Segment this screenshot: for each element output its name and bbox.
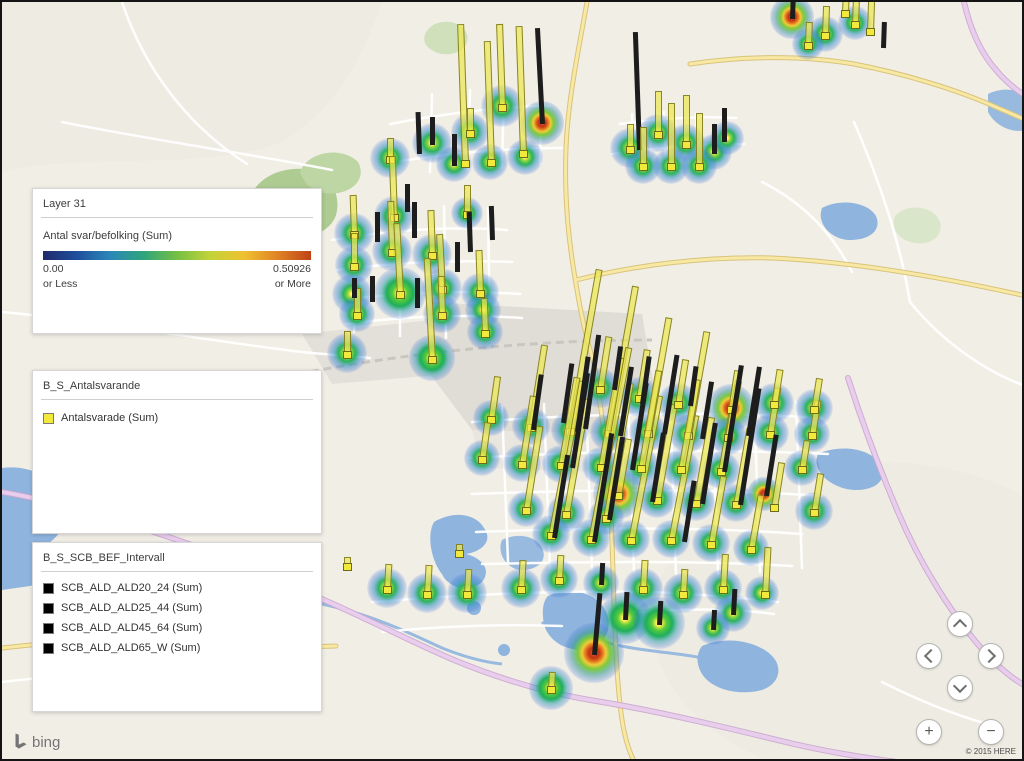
bef-intervall-items: SCB_ALD_ALD20_24 (Sum) SCB_ALD_ALD25_44 (…: [33, 578, 321, 658]
bing-logo[interactable]: bing: [14, 733, 60, 751]
legend-panel-bef-intervall[interactable]: B_S_SCB_BEF_Intervall SCB_ALD_ALD20_24 (…: [32, 542, 322, 712]
legend-gradient-bar: [43, 251, 311, 260]
antalsvarade-label: Antalsvarade (Sum): [61, 412, 158, 424]
gradient-min-value: 0.00: [43, 263, 63, 275]
gradient-series-label: Antal svar/befolking (Sum): [33, 218, 321, 242]
series-swatch: [43, 643, 54, 654]
series-label: SCB_ALD_ALD65_W (Sum): [61, 642, 200, 654]
bing-wordmark: bing: [32, 734, 60, 751]
gradient-max-value: 0.50926: [273, 263, 311, 275]
series-label: SCB_ALD_ALD45_64 (Sum): [61, 622, 202, 634]
legend-panel-antalsvarande[interactable]: B_S_Antalsvarande Antalsvarade (Sum): [32, 370, 322, 534]
legend-panel-layer31[interactable]: Layer 31 Antal svar/befolking (Sum) 0.00…: [32, 188, 322, 334]
panel-title-antalsvarande: B_S_Antalsvarande: [33, 371, 321, 399]
zoom-in-button[interactable]: +: [916, 719, 942, 745]
map-copyright: © 2015 HERE: [966, 747, 1016, 756]
panel-title-layer31: Layer 31: [33, 189, 321, 217]
pan-up-button[interactable]: [947, 611, 973, 637]
bing-flag-icon: [14, 733, 28, 751]
legend-item: SCB_ALD_ALD20_24 (Sum): [33, 578, 321, 598]
panel-title-bef-intervall: B_S_SCB_BEF_Intervall: [33, 543, 321, 571]
chevron-up-icon: [953, 619, 967, 633]
series-label: SCB_ALD_ALD20_24 (Sum): [61, 582, 202, 594]
antalsvarade-swatch: [43, 413, 54, 424]
legend-item: SCB_ALD_ALD45_64 (Sum): [33, 618, 321, 638]
gradient-max-qualifier: or More: [275, 278, 311, 290]
panel-divider: [41, 399, 313, 400]
pan-down-button[interactable]: [947, 675, 973, 701]
legend-item-antalsvarade: Antalsvarade (Sum): [33, 408, 321, 428]
zoom-out-button[interactable]: −: [978, 719, 1004, 745]
series-swatch: [43, 583, 54, 594]
pan-left-button[interactable]: [916, 643, 942, 669]
gradient-min-qualifier: or Less: [43, 278, 77, 290]
pan-right-button[interactable]: [978, 643, 1004, 669]
legend-item: SCB_ALD_ALD65_W (Sum): [33, 638, 321, 658]
series-swatch: [43, 603, 54, 614]
chevron-down-icon: [953, 679, 967, 693]
series-label: SCB_ALD_ALD25_44 (Sum): [61, 602, 202, 614]
chevron-left-icon: [924, 649, 938, 663]
panel-divider: [41, 571, 313, 572]
series-swatch: [43, 623, 54, 634]
map-app-window: Layer 31 Antal svar/befolking (Sum) 0.00…: [0, 0, 1024, 761]
chevron-right-icon: [982, 649, 996, 663]
legend-item: SCB_ALD_ALD25_44 (Sum): [33, 598, 321, 618]
